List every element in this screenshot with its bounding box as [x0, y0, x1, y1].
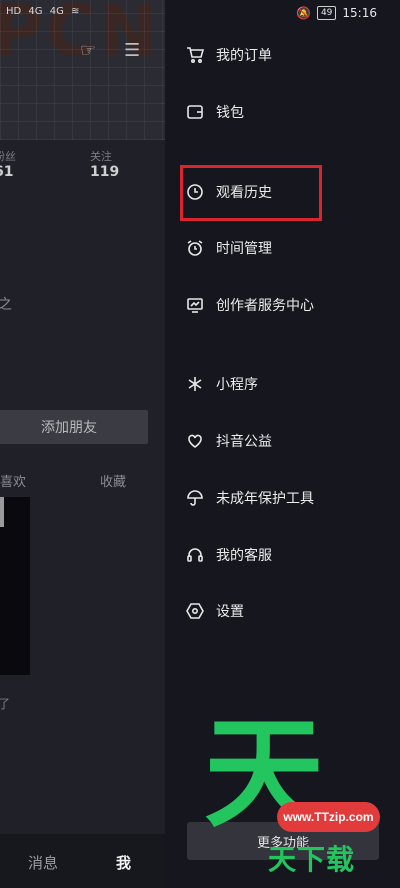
menu-label: 钱包: [216, 105, 244, 121]
menu-label: 创作者服务中心: [216, 298, 314, 314]
followers-label: 粉丝: [0, 150, 16, 163]
clock-time: 15:16: [342, 6, 377, 20]
add-friend-button[interactable]: 添加朋友: [0, 410, 148, 444]
alarm-clock-icon: [186, 239, 204, 257]
banner-grid: [0, 0, 165, 140]
menu-item-mini-programs[interactable]: 小程序: [186, 369, 386, 399]
thumbnail-edge: [0, 497, 4, 527]
headset-icon: [186, 546, 204, 564]
menu-label: 抖音公益: [216, 434, 272, 450]
menu-item-minor-protection[interactable]: 未成年保护工具: [186, 483, 386, 513]
menu-item-wallet[interactable]: 钱包: [186, 97, 386, 127]
highlight-box: [180, 165, 322, 221]
bell-muted-icon: 🔕: [296, 6, 311, 20]
nav-messages[interactable]: 消息: [28, 852, 58, 873]
video-thumbnail[interactable]: [0, 497, 30, 675]
menu-label: 设置: [216, 604, 244, 620]
followers-value: 61: [0, 164, 14, 180]
menu-item-customer-service[interactable]: 我的客服: [186, 540, 386, 570]
wallet-icon: [186, 103, 204, 121]
hexagon-gear-icon: [186, 602, 204, 620]
battery-indicator: 49: [316, 6, 337, 20]
menu-label: 未成年保护工具: [216, 491, 314, 507]
hd-indicator: HD: [6, 6, 22, 17]
profile-banner: PCN HD 4G 4G ≋ ☞ ☰: [0, 0, 165, 140]
status-bar-left: HD 4G 4G ≋: [6, 6, 83, 17]
partial-text: 之: [0, 297, 12, 313]
watermark-text: 天下载: [268, 843, 356, 876]
tab-favorites[interactable]: 收藏: [100, 471, 126, 490]
menu-label: 我的客服: [216, 548, 272, 564]
umbrella-icon: [186, 489, 204, 507]
menu-label: 小程序: [216, 377, 258, 393]
following-label: 关注: [90, 150, 112, 163]
wifi-icon: ≋: [71, 6, 80, 17]
tab-like[interactable]: 喜欢: [0, 471, 26, 490]
cart-icon: [186, 46, 204, 64]
signal-indicator-1: 4G: [28, 6, 43, 17]
signal-indicator-2: 4G: [49, 6, 64, 17]
menu-item-creator-center[interactable]: 创作者服务中心: [186, 290, 386, 320]
menu-item-time-management[interactable]: 时间管理: [186, 233, 386, 263]
hand-icon[interactable]: ☞: [80, 40, 96, 61]
status-bar-right: 🔕 49 15:16: [296, 6, 377, 20]
following-value: 119: [90, 164, 120, 180]
bottom-nav: 消息 我: [0, 834, 165, 888]
menu-label: 我的订单: [216, 48, 272, 64]
menu-icon[interactable]: ☰: [124, 40, 140, 61]
profile-page-background: PCN HD 4G 4G ≋ ☞ ☰ 粉丝 61 关注 119 之 添加朋友 喜…: [0, 0, 165, 888]
partial-text-le: 了: [0, 697, 11, 711]
menu-item-settings[interactable]: 设置: [186, 596, 386, 626]
menu-label: 时间管理: [216, 241, 272, 257]
heart-hand-icon: [186, 432, 204, 450]
menu-item-charity[interactable]: 抖音公益: [186, 426, 386, 456]
watermark-url: www.TTzip.com: [277, 802, 380, 832]
asterisk-icon: [186, 375, 204, 393]
menu-item-orders[interactable]: 我的订单: [186, 40, 386, 70]
nav-me[interactable]: 我: [116, 852, 131, 873]
chart-monitor-icon: [186, 296, 204, 314]
